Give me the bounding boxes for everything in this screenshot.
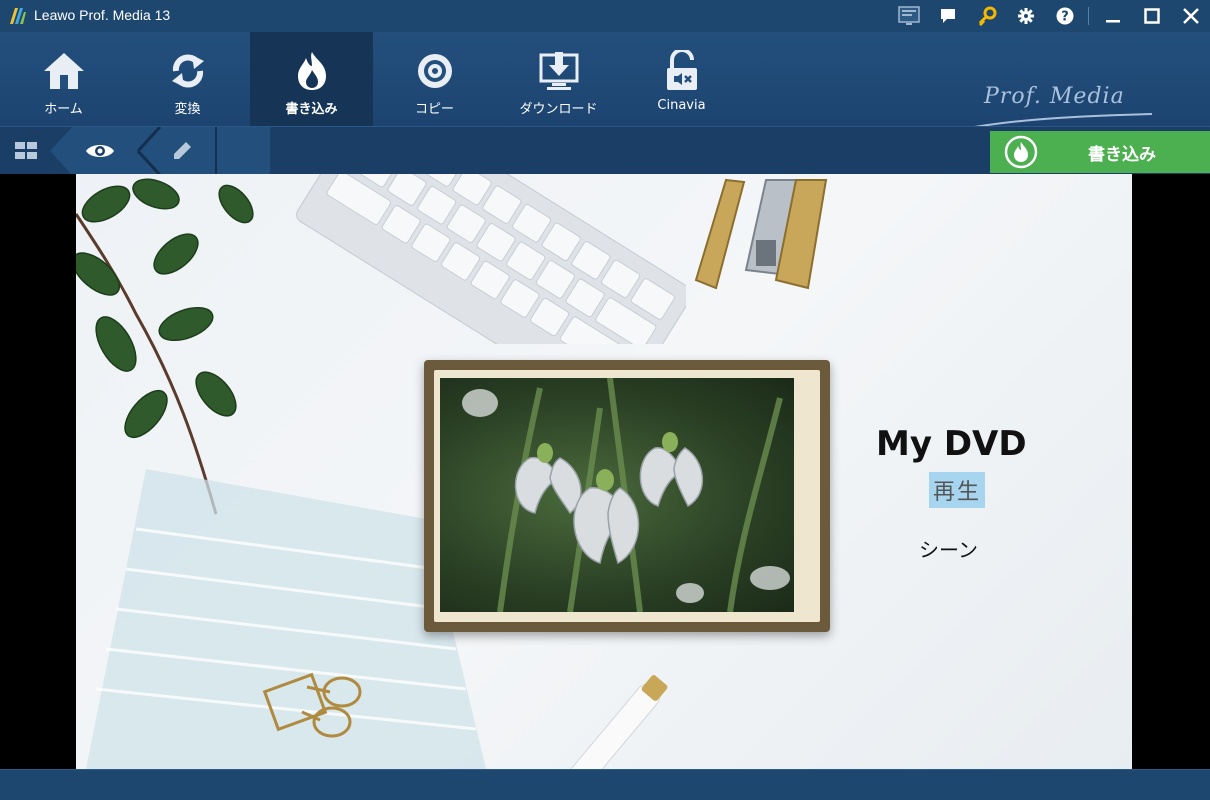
grid-view-button[interactable] xyxy=(0,127,52,175)
snowdrop-flowers-image xyxy=(462,378,790,612)
title-bar: Leawo Prof. Media 13 ? xyxy=(0,0,1210,32)
preview-button[interactable] xyxy=(78,127,122,175)
maximize-button[interactable] xyxy=(1132,0,1171,32)
tab-convert[interactable]: 変換 xyxy=(126,32,249,126)
maximize-icon xyxy=(1143,8,1160,24)
tab-home[interactable]: ホーム xyxy=(2,32,125,126)
download-icon xyxy=(539,52,578,90)
unlock-icon xyxy=(666,50,697,90)
grid-icon xyxy=(15,142,37,159)
control-divider xyxy=(1088,7,1089,25)
tab-cinavia[interactable]: Cinavia xyxy=(620,32,743,126)
monitor-icon xyxy=(897,6,920,25)
tab-cinavia-label: Cinavia xyxy=(657,98,706,113)
menu-scenes-button[interactable]: シーン xyxy=(919,534,978,563)
pen-image xyxy=(556,675,668,769)
help-icon: ? xyxy=(1056,7,1073,25)
sub-toolbar: 書き込み xyxy=(0,126,1210,175)
tab-convert-label: 変換 xyxy=(174,102,201,117)
copy-icon xyxy=(417,54,452,88)
chat-icon xyxy=(940,9,955,23)
app-logo-icon xyxy=(10,8,26,24)
settings-button[interactable] xyxy=(1006,0,1045,32)
edit-button[interactable] xyxy=(160,127,204,175)
keyboard-image xyxy=(296,174,686,344)
tab-home-label: ホーム xyxy=(44,102,83,117)
brand-text: Prof. Media xyxy=(984,84,1125,109)
eye-icon xyxy=(86,145,114,157)
minimize-icon xyxy=(1105,20,1120,23)
help-button[interactable]: ? xyxy=(1045,0,1084,32)
menu-thumbnail-frame[interactable] xyxy=(424,360,830,632)
close-button[interactable] xyxy=(1171,0,1210,32)
tab-download-label: ダウンロード xyxy=(519,102,598,117)
stapler-image xyxy=(694,178,828,290)
tab-copy[interactable]: コピー xyxy=(373,32,496,126)
tab-burn[interactable]: 書き込み xyxy=(250,32,373,126)
burn-button[interactable]: 書き込み xyxy=(990,131,1210,173)
status-bar xyxy=(0,769,1210,800)
binder-clip-image xyxy=(262,672,362,738)
preview-area: My DVD 再生 シーン xyxy=(0,174,1210,769)
tab-copy-label: コピー xyxy=(414,102,454,117)
convert-icon xyxy=(171,54,204,88)
key-icon xyxy=(978,6,996,26)
register-button[interactable] xyxy=(967,0,1006,32)
menu-play-button[interactable]: 再生 xyxy=(929,472,986,508)
burn-flame-icon xyxy=(1004,135,1038,169)
minimize-button[interactable] xyxy=(1093,0,1132,32)
window-controls: ? xyxy=(889,0,1210,32)
window-title: Leawo Prof. Media 13 xyxy=(34,7,171,23)
svg-text:?: ? xyxy=(1061,10,1069,25)
gear-icon xyxy=(1017,8,1034,24)
pencil-icon xyxy=(174,142,191,159)
feedback-button[interactable] xyxy=(928,0,967,32)
menu-title[interactable]: My DVD xyxy=(76,424,1132,464)
tab-download[interactable]: ダウンロード xyxy=(497,32,620,126)
dvd-menu-canvas: My DVD 再生 シーン xyxy=(76,174,1132,769)
screen-record-button[interactable] xyxy=(889,0,928,32)
burn-icon xyxy=(297,52,326,90)
home-icon xyxy=(43,53,84,89)
main-toolbar: ホーム 変換 書き込み コピー ダウンロード Cinavia Prof. Med… xyxy=(0,32,1210,137)
close-icon xyxy=(1182,8,1199,24)
menu-thumbnail xyxy=(440,378,794,612)
tab-burn-label: 書き込み xyxy=(285,102,338,117)
burn-button-label: 書き込み xyxy=(1088,144,1156,165)
